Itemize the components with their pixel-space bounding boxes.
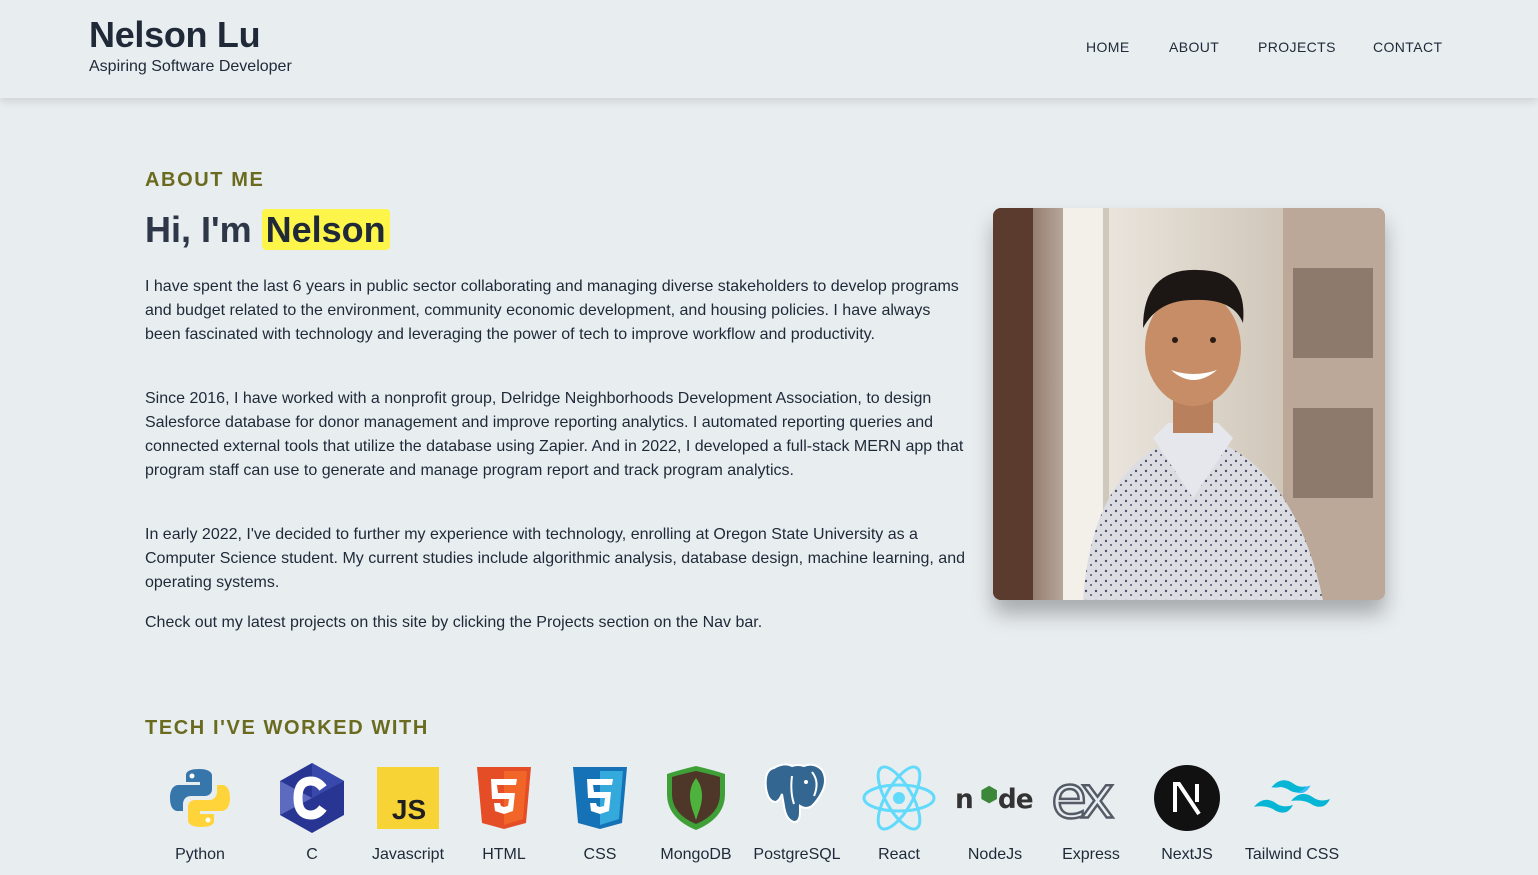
site-header: Nelson Lu Aspiring Software Developer HO…: [0, 0, 1538, 98]
about-section-title: ABOUT ME: [145, 169, 265, 191]
svg-text:n: n: [955, 785, 973, 815]
tech-item-python: Python: [145, 760, 255, 864]
tech-item-react: React: [844, 760, 954, 864]
tech-item-nodejs: n de NodeJs: [940, 760, 1050, 864]
svg-text:de: de: [998, 785, 1033, 815]
express-icon: ex: [1051, 760, 1131, 836]
profile-photo: [993, 208, 1385, 600]
tech-section-title: TECH I'VE WORKED WITH: [145, 717, 429, 739]
tech-label: Express: [1062, 846, 1120, 863]
greeting-heading: Hi, I'm Nelson: [145, 207, 390, 253]
nextjs-icon: [1147, 760, 1227, 836]
tech-label: React: [878, 846, 920, 863]
tech-label: MongoDB: [660, 846, 732, 863]
tech-item-css: CSS: [545, 760, 655, 864]
tech-label: Python: [175, 846, 225, 863]
greeting-prefix: Hi, I'm: [145, 209, 252, 250]
svg-text:JS: JS: [392, 794, 426, 825]
tech-label: C: [306, 846, 318, 863]
nav-about[interactable]: ABOUT: [1169, 38, 1219, 56]
tech-label: CSS: [583, 846, 617, 863]
svg-text:ex: ex: [1051, 770, 1113, 826]
html-icon: [464, 760, 544, 836]
tech-label: HTML: [482, 846, 526, 863]
tech-item-c: C: [257, 760, 367, 864]
tech-item-mongodb: MongoDB: [641, 760, 751, 864]
react-icon: [859, 760, 939, 836]
nav-contact[interactable]: CONTACT: [1373, 38, 1442, 56]
tech-label: NextJS: [1161, 846, 1213, 863]
tech-item-tailwind: Tailwind CSS: [1237, 760, 1347, 864]
tech-label: Javascript: [371, 846, 445, 863]
site-subtitle: Aspiring Software Developer: [89, 58, 292, 75]
nav-home[interactable]: HOME: [1086, 38, 1130, 56]
tech-item-javascript: JS Javascript: [353, 760, 463, 864]
tech-item-postgresql: PostgreSQL: [742, 760, 852, 864]
tech-list: Python C JS Javascript HTML CSS MongoDB …: [0, 760, 1538, 870]
c-icon: [272, 760, 352, 836]
css-icon: [560, 760, 640, 836]
tech-item-express: ex Express: [1036, 760, 1146, 864]
tech-label: NodeJs: [967, 846, 1023, 863]
about-paragraph-2: Since 2016, I have worked with a nonprof…: [145, 390, 964, 479]
python-icon: [160, 760, 240, 836]
tailwind-icon: [1252, 760, 1332, 836]
about-paragraph-4: Check out my latest projects on this sit…: [145, 614, 763, 631]
about-paragraph-3: In early 2022, I've decided to further m…: [145, 526, 965, 591]
nodejs-icon: n de: [955, 760, 1035, 836]
tech-item-html: HTML: [449, 760, 559, 864]
tech-item-nextjs: NextJS: [1132, 760, 1242, 864]
nav-projects[interactable]: PROJECTS: [1258, 38, 1336, 56]
about-paragraph-1: I have spent the last 6 years in public …: [145, 278, 959, 343]
tech-label: Tailwind CSS: [1244, 846, 1340, 863]
javascript-icon: JS: [368, 760, 448, 836]
greeting-name-highlight: Nelson: [261, 209, 390, 250]
postgresql-icon: [757, 760, 837, 836]
mongodb-icon: [656, 760, 736, 836]
tech-label: PostgreSQL: [753, 846, 841, 863]
main-nav: HOME ABOUT PROJECTS CONTACT: [0, 38, 1538, 58]
